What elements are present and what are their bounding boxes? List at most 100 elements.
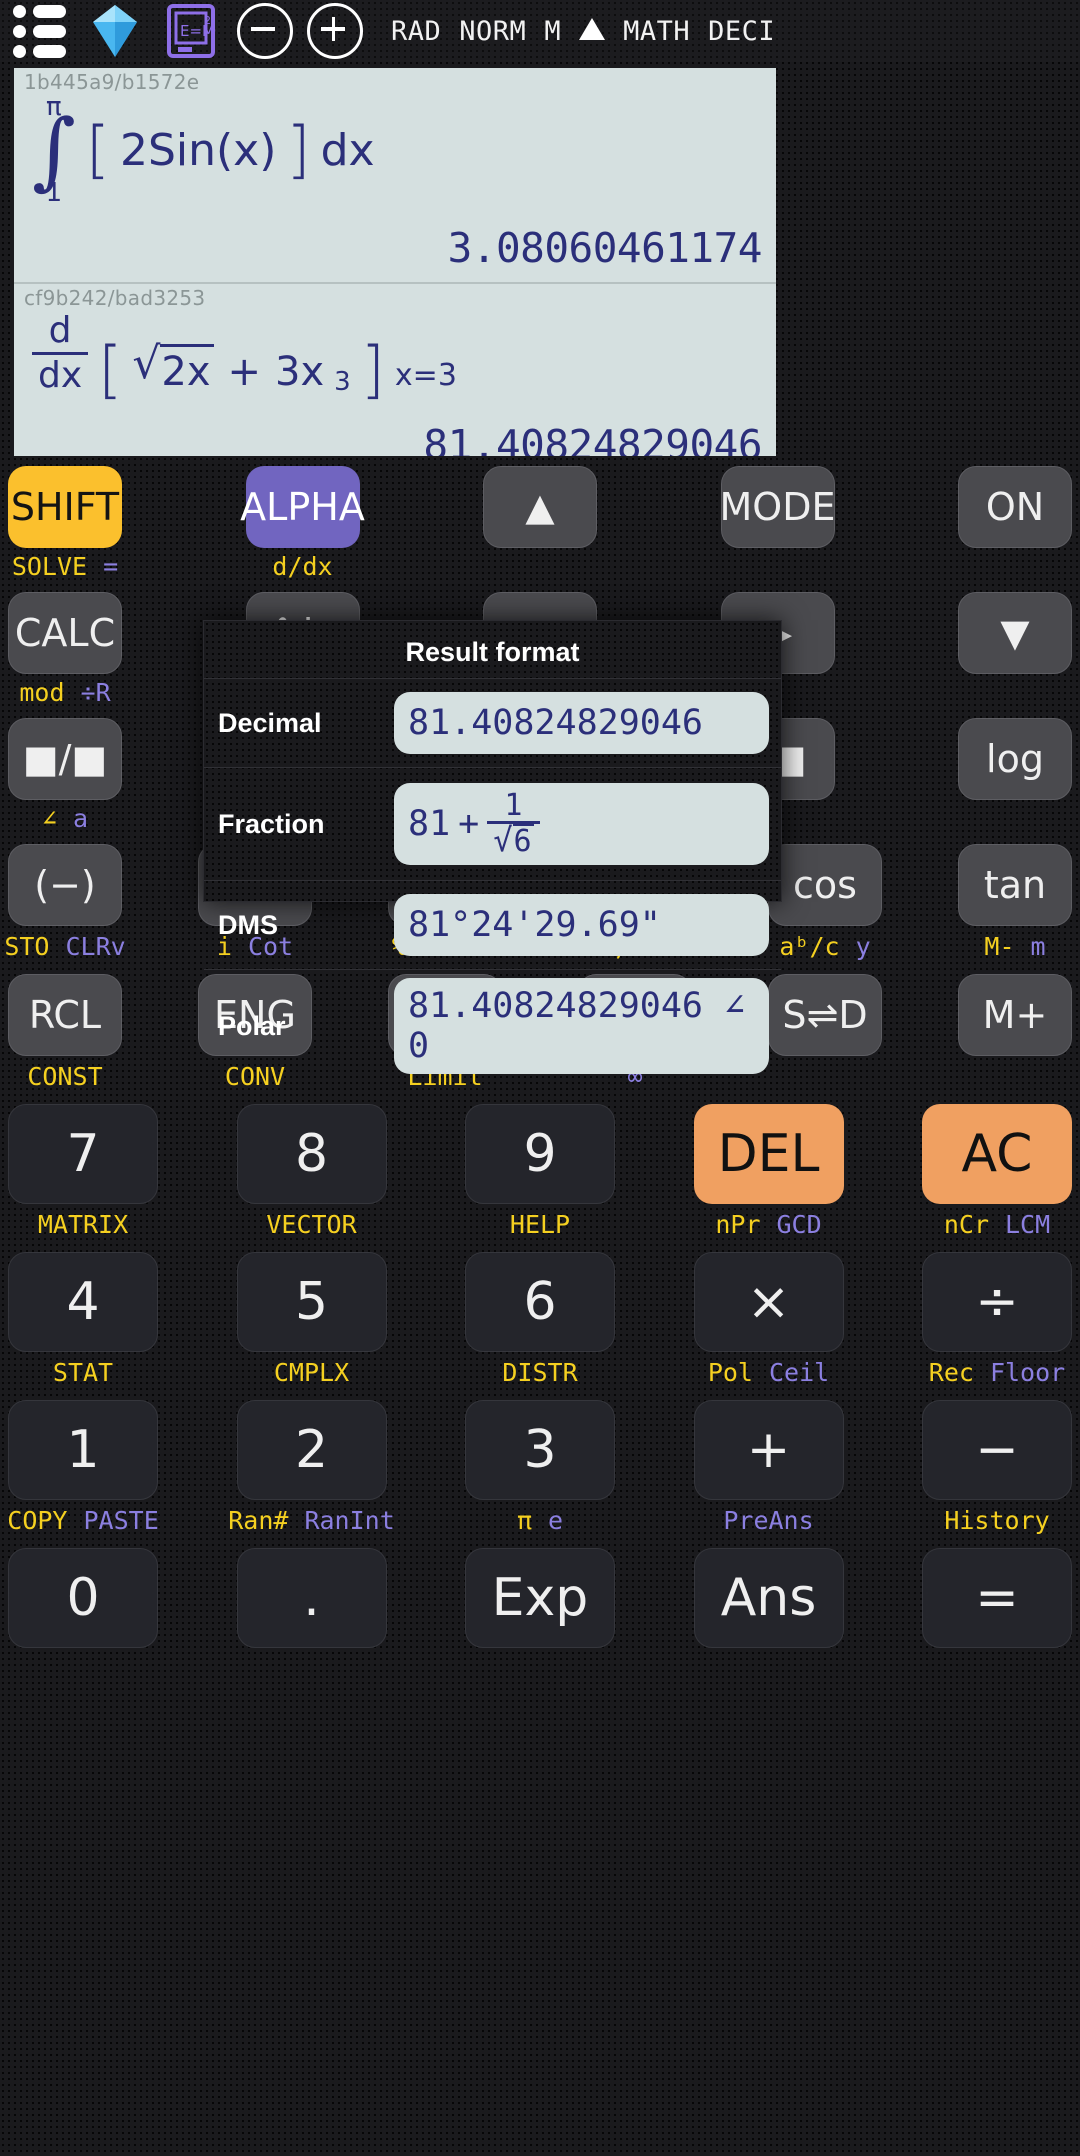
status-flag-norm[interactable]: NORM — [450, 16, 535, 47]
key-8[interactable]: 8 — [236, 1104, 387, 1204]
key-[interactable]: + — [693, 1400, 844, 1500]
key-sublabel[interactable]: STO — [4, 932, 49, 961]
key-sublabel[interactable]: STAT — [53, 1358, 113, 1387]
key-1[interactable]: 1 — [8, 1400, 158, 1500]
diamond-gem-icon[interactable] — [78, 0, 152, 62]
history-entry-integral[interactable]: 1b445a9/b1572e π ∫ 1 [ 2Sin(x) ] dx 3.08… — [14, 68, 776, 282]
calculator-display[interactable]: 1b445a9/b1572e π ∫ 1 [ 2Sin(x) ] dx 3.08… — [14, 68, 776, 456]
key-[interactable]: ÷ — [922, 1252, 1072, 1352]
key-sublabel[interactable]: MATRIX — [38, 1210, 128, 1239]
key-sublabel[interactable]: CMPLX — [274, 1358, 349, 1387]
key-sublabel[interactable]: nCr — [944, 1210, 989, 1239]
format-value-polar[interactable]: 81.40824829046 ∠ 0 — [394, 978, 769, 1074]
key-[interactable]: = — [922, 1548, 1072, 1648]
key-sublabel[interactable]: Ran# — [228, 1506, 288, 1535]
key-ac[interactable]: AC — [922, 1104, 1072, 1204]
key-[interactable]: × — [693, 1252, 844, 1352]
key-sublabel-group: d/dx — [246, 548, 360, 584]
result-format-popup[interactable]: Result format Decimal 81.40824829046 Fra… — [203, 620, 782, 1074]
emc2-formula-icon[interactable]: E=MC 2 — [152, 0, 230, 62]
key-sublabel[interactable]: PreAns — [723, 1506, 813, 1535]
key-2[interactable]: 2 — [236, 1400, 387, 1500]
key-sublabel[interactable]: Pol — [708, 1358, 753, 1387]
entry-result: 81.40824829046 — [423, 421, 762, 456]
key-mode[interactable]: MODE — [720, 466, 835, 548]
key-exp[interactable]: Exp — [465, 1548, 615, 1648]
key-6[interactable]: 6 — [465, 1252, 615, 1352]
key-sublabel[interactable]: e — [548, 1506, 563, 1535]
bracket-close: ] — [286, 113, 311, 187]
key-tan[interactable]: tan — [958, 844, 1072, 926]
key-4[interactable]: 4 — [8, 1252, 158, 1352]
status-flag-rad[interactable]: RAD — [382, 16, 450, 47]
key-sublabel[interactable]: COPY — [7, 1506, 67, 1535]
key-s-d[interactable]: S⇌D — [768, 974, 882, 1056]
key-5[interactable]: 5 — [236, 1252, 387, 1352]
key-sublabel[interactable]: HELP — [510, 1210, 570, 1239]
key-[interactable]: (−) — [8, 844, 122, 926]
key-sublabel[interactable]: Rec — [929, 1358, 974, 1387]
key-sublabel-group: Ran# RanInt — [228, 1500, 395, 1540]
key-[interactable]: ■/■ — [8, 718, 122, 800]
format-value-fraction[interactable]: 81 + 1 √ 6 — [394, 783, 769, 865]
svg-text:2: 2 — [204, 14, 211, 27]
key-sublabel[interactable]: LCM — [1005, 1210, 1050, 1239]
key-sublabel[interactable]: GCD — [777, 1210, 822, 1239]
key-sublabel[interactable]: π — [517, 1506, 532, 1535]
key-sublabel[interactable]: nPr — [715, 1210, 760, 1239]
plus-circle-icon[interactable] — [300, 0, 370, 62]
key-sublabel[interactable]: DISTR — [502, 1358, 577, 1387]
result-format-row-decimal[interactable]: Decimal 81.40824829046 — [204, 678, 781, 767]
key-shift[interactable]: SHIFT — [8, 466, 122, 548]
key-sublabel[interactable]: ÷R — [81, 678, 111, 707]
key-sublabel-group: aᵇ/c y — [768, 926, 882, 966]
key-sublabel[interactable]: y — [856, 932, 871, 961]
key-m[interactable]: M+ — [958, 974, 1072, 1056]
history-entry-derivative[interactable]: cf9b242/bad3253 d dx [ √ 2x + 3x 3 ] x=3 — [14, 282, 776, 456]
key-[interactable]: ▲ — [483, 466, 597, 548]
status-flag-math[interactable]: MATH — [614, 16, 699, 47]
format-value-dms[interactable]: 81°24'29.69" — [394, 894, 769, 956]
result-format-row-dms[interactable]: DMS 81°24'29.69" — [204, 880, 781, 969]
key-cos[interactable]: cos — [768, 844, 882, 926]
key-del[interactable]: DEL — [693, 1104, 844, 1204]
key-on[interactable]: ON — [958, 466, 1072, 548]
key-[interactable]: − — [922, 1400, 1072, 1500]
key-calc[interactable]: CALC — [8, 592, 122, 674]
key-7[interactable]: 7 — [8, 1104, 158, 1204]
key-9[interactable]: 9 — [465, 1104, 615, 1204]
key-[interactable]: . — [236, 1548, 387, 1648]
result-format-row-polar[interactable]: Polar 81.40824829046 ∠ 0 — [204, 969, 781, 1082]
key-sublabel[interactable]: CLRv — [65, 932, 125, 961]
format-value-decimal[interactable]: 81.40824829046 — [394, 692, 769, 754]
key-sublabel[interactable]: RanInt — [304, 1506, 394, 1535]
key-sublabel[interactable]: M- — [984, 932, 1014, 961]
key-sublabel[interactable]: m — [1031, 932, 1046, 961]
status-flag-deci[interactable]: DECI — [699, 16, 784, 47]
key-alpha[interactable]: ALPHA — [240, 466, 365, 548]
key-sublabel[interactable]: VECTOR — [266, 1210, 356, 1239]
result-format-row-fraction[interactable]: Fraction 81 + 1 √ 6 — [204, 767, 781, 880]
key-sublabel[interactable]: ∠ — [42, 804, 57, 833]
minus-circle-icon[interactable] — [230, 0, 300, 62]
key-sublabel[interactable]: Floor — [990, 1358, 1065, 1387]
hamburger-list-icon[interactable] — [0, 0, 78, 62]
key-sublabel[interactable]: aᵇ/c — [779, 932, 839, 961]
key-sublabel[interactable]: Ceil — [769, 1358, 829, 1387]
key-rcl[interactable]: RCL — [8, 974, 122, 1056]
key-sublabel[interactable]: PASTE — [83, 1506, 158, 1535]
key-ans[interactable]: Ans — [693, 1548, 844, 1648]
key-[interactable]: ▼ — [958, 592, 1072, 674]
key-sublabel-group — [958, 674, 1072, 710]
key-sublabel-group: STO CLRv — [4, 926, 125, 966]
key-sublabel[interactable]: mod — [19, 678, 64, 707]
key-0[interactable]: 0 — [8, 1548, 158, 1648]
key-sublabel[interactable]: History — [944, 1506, 1049, 1535]
key-sublabel[interactable]: CONST — [27, 1062, 102, 1091]
key-sublabel[interactable]: = — [103, 552, 118, 581]
key-3[interactable]: 3 — [465, 1400, 615, 1500]
key-log[interactable]: log — [958, 718, 1072, 800]
key-sublabel[interactable]: SOLVE — [12, 552, 87, 581]
key-sublabel[interactable]: a — [73, 804, 88, 833]
key-sublabel[interactable]: d/dx — [272, 552, 332, 581]
